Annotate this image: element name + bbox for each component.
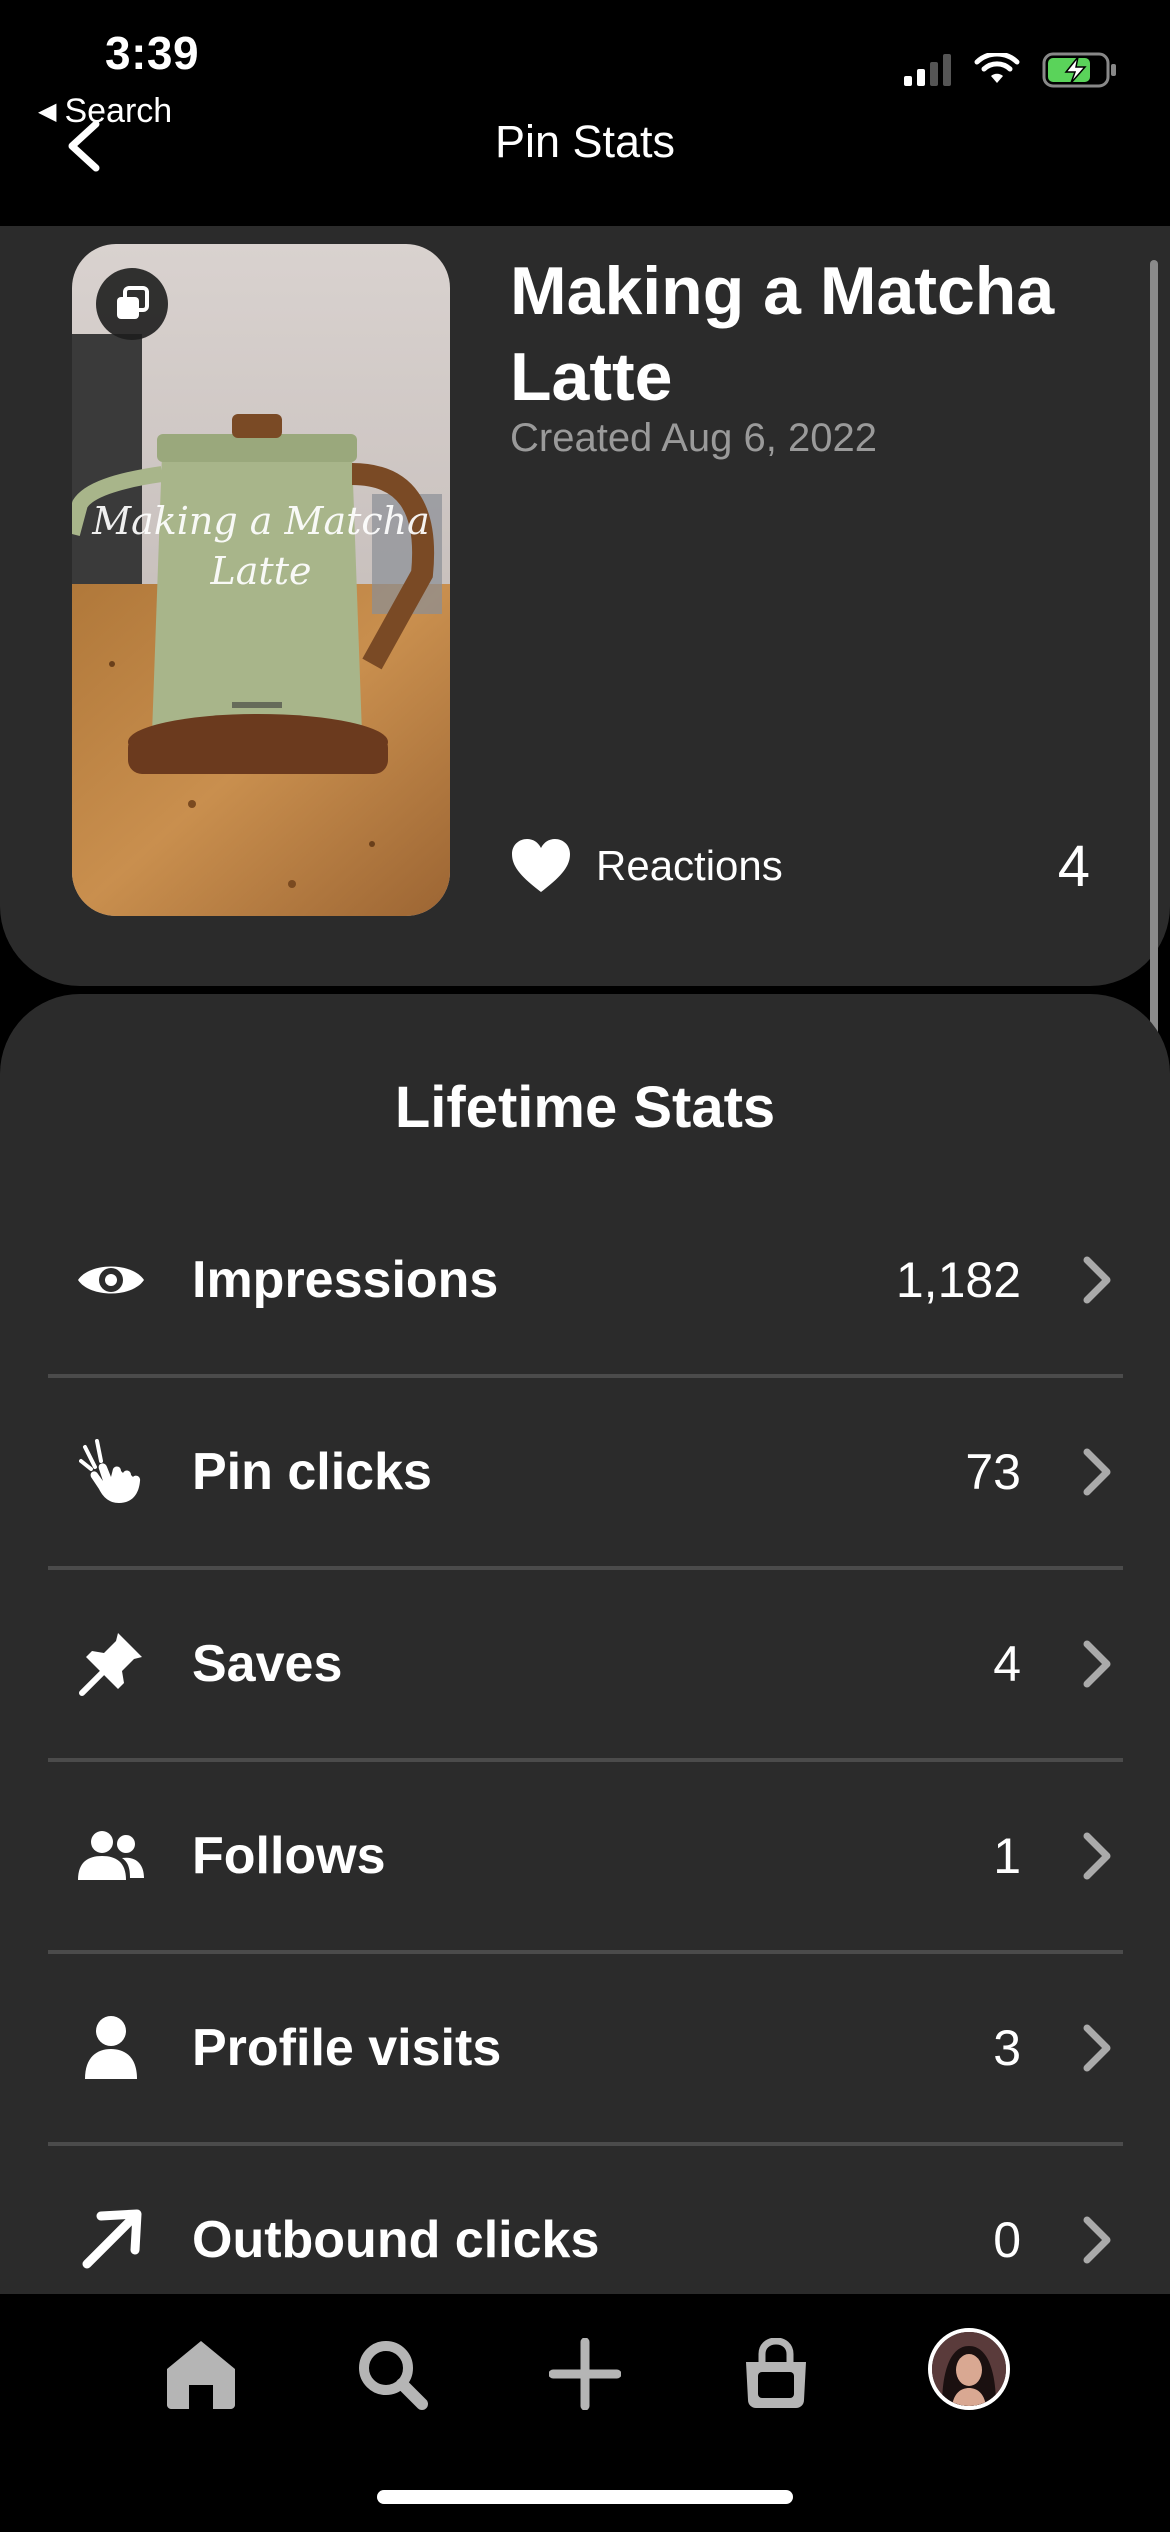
chevron-right-icon — [1083, 2024, 1111, 2072]
stat-row-profile-visits[interactable]: Profile visits 3 — [48, 1952, 1123, 2144]
pin-thumbnail[interactable]: Making a Matcha Latte — [72, 244, 450, 916]
status-time: 3:39 — [105, 27, 200, 79]
stat-value: 1 — [993, 1828, 1021, 1884]
home-indicator[interactable] — [377, 2490, 793, 2504]
stat-row-follows[interactable]: Follows 1 — [48, 1760, 1123, 1952]
heart-icon — [512, 839, 570, 892]
stat-value: 73 — [965, 1444, 1021, 1500]
stat-row-saves[interactable]: Saves 4 — [48, 1568, 1123, 1760]
lifetime-stats-title: Lifetime Stats — [394, 1075, 776, 1140]
chevron-right-icon — [1083, 1640, 1111, 1688]
arrow-up-right-icon — [70, 2199, 152, 2281]
home-tab[interactable] — [161, 2334, 241, 2414]
search-icon — [359, 2341, 428, 2410]
chevron-right-icon — [1083, 1832, 1111, 1880]
shop-tab[interactable] — [736, 2334, 816, 2414]
stat-value: 4 — [993, 1636, 1021, 1692]
tap-hand-icon — [70, 1431, 152, 1513]
eye-icon — [70, 1239, 152, 1321]
create-tab[interactable] — [545, 2334, 625, 2414]
chevron-right-icon — [1083, 1448, 1111, 1496]
lifetime-stats-panel: Lifetime Stats Impressions 1,182 Pin cli… — [0, 994, 1170, 2294]
status-icons — [904, 52, 1118, 88]
search-tab[interactable] — [352, 2334, 432, 2414]
page-title: Pin Stats — [494, 116, 676, 167]
scrollbar[interactable] — [1150, 260, 1158, 1060]
person-icon — [70, 2007, 152, 2089]
plus-icon — [549, 2338, 621, 2410]
multi-page-icon — [96, 268, 168, 340]
stat-value: 0 — [993, 2212, 1021, 2268]
stat-row-impressions[interactable]: Impressions 1,182 — [48, 1184, 1123, 1376]
thumbnail-caption: Making a Matcha Latte — [92, 499, 430, 593]
reactions-count: 4 — [1057, 833, 1090, 899]
reactions-label: Reactions — [596, 842, 783, 889]
battery-charging-icon — [1042, 52, 1116, 88]
stat-row-pin-clicks[interactable]: Pin clicks 73 — [48, 1376, 1123, 1568]
chevron-right-icon — [1083, 2216, 1111, 2264]
shopping-bag-icon — [746, 2338, 806, 2408]
chevron-right-icon — [1083, 1256, 1111, 1304]
stat-value: 3 — [993, 2020, 1021, 2076]
stat-value: 1,182 — [895, 1252, 1021, 1308]
reactions-row: Reactions 4 — [510, 826, 1090, 906]
avatar-image — [932, 2332, 1006, 2406]
profile-avatar[interactable] — [928, 2328, 1010, 2410]
cellular-signal-icon — [904, 54, 951, 86]
home-icon — [167, 2341, 235, 2409]
pin-title: Making a Matcha Latte — [510, 253, 1055, 415]
stat-label: Profile visits — [192, 2019, 502, 2077]
pin-icon — [70, 1623, 152, 1705]
stat-label: Impressions — [192, 1251, 499, 1309]
stat-label: Pin clicks — [192, 1443, 432, 1501]
pin-created-date: Created Aug 6, 2022 — [510, 416, 877, 460]
people-icon — [70, 1815, 152, 1897]
stat-label: Saves — [192, 1635, 343, 1693]
stat-label: Outbound clicks — [192, 2211, 600, 2269]
wifi-icon — [974, 53, 1020, 83]
stat-label: Follows — [192, 1827, 386, 1885]
pin-summary-card: Making a Matcha Latte Making a Matcha La… — [0, 226, 1170, 986]
